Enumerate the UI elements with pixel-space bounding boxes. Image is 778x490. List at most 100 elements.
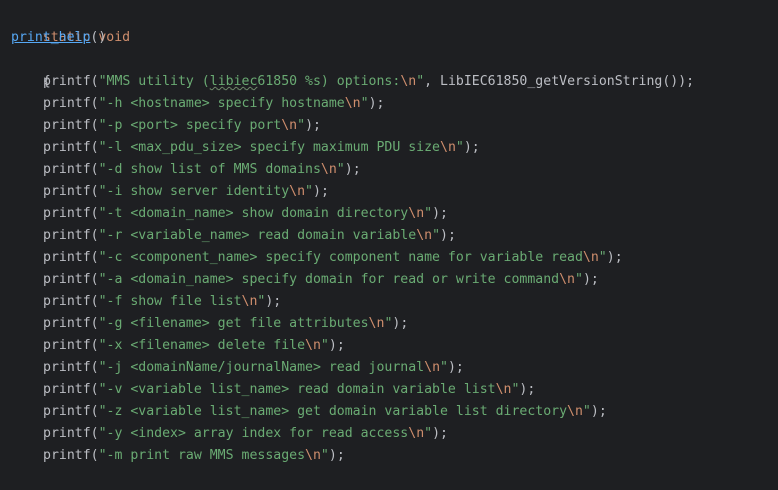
printf-call: printf	[43, 360, 91, 375]
line-end: ");	[336, 162, 361, 177]
newline-escape: \n	[289, 184, 306, 199]
newline-escape: \n	[567, 404, 583, 419]
newline-escape: \n	[424, 360, 441, 375]
printf-call: printf	[43, 74, 91, 89]
code-editor[interactable]: static void print_help() { printf("MMS u…	[0, 0, 778, 490]
line-end: ");	[440, 360, 464, 375]
newline-escape: \n	[416, 228, 433, 243]
help-string: "-x <filename> delete file	[98, 338, 306, 353]
code-line-printf: printf("-p <port> specify port\n");	[43, 118, 321, 133]
newline-escape: \n	[495, 382, 512, 397]
help-string: "-j <domainName/journalName> read journa…	[98, 360, 425, 375]
newline-escape: \n	[344, 96, 361, 111]
printf-call: printf	[43, 272, 91, 287]
code-line-printf: printf("-m print raw MMS messages\n");	[43, 448, 345, 463]
newline-escape: \n	[241, 294, 258, 309]
code-line-printf: printf("-h <hostname> specify hostname\n…	[43, 96, 385, 111]
line-end: ");	[320, 448, 345, 463]
help-string: "-m print raw MMS messages	[98, 448, 306, 463]
code-line-printf: printf("-j <domainName/journalName> read…	[43, 360, 464, 375]
line-end: ");	[320, 338, 345, 353]
code-line-declaration: static void	[11, 5, 130, 45]
line-end: ");	[574, 272, 599, 287]
line-end: ");	[432, 228, 456, 243]
help-string: "-r <variable_name> read domain variable	[98, 228, 417, 243]
line-end: ");	[384, 316, 409, 331]
code-line-printf: printf("-r <variable_name> read domain v…	[43, 228, 456, 243]
printf-call: printf	[43, 118, 91, 133]
code-line-printf: printf("-t <domain_name> show domain dir…	[43, 206, 448, 221]
function-parens: ()	[90, 30, 107, 45]
printf-call: printf	[43, 162, 91, 177]
code-line-printf: printf("-i show server identity\n");	[43, 184, 329, 199]
help-string: "-d show list of MMS domains	[98, 162, 321, 177]
newline-escape: \n	[559, 272, 575, 287]
help-string: "-t <domain_name> show domain directory	[98, 206, 409, 221]
newline-escape: \n	[305, 448, 321, 463]
code-line-printf: printf("-v <variable list_name> read dom…	[43, 382, 536, 397]
code-line-printf: printf("-f show file list\n");	[43, 294, 282, 309]
help-string: "-y <index> array index for read access	[98, 426, 409, 441]
string-literal: "MMS utility (	[98, 74, 210, 89]
line-end: ");	[360, 96, 385, 111]
printf-call: printf	[43, 184, 91, 199]
printf-call: printf	[43, 382, 91, 397]
newline-escape: \n	[582, 250, 599, 265]
help-string: "-l <max_pdu_size> specify maximum PDU s…	[98, 140, 440, 155]
help-string: "-v <variable list_name> read domain var…	[98, 382, 496, 397]
printf-call: printf	[43, 250, 91, 265]
printf-call: printf	[43, 294, 91, 309]
printf-call: printf	[43, 140, 91, 155]
newline-escape: \n	[305, 338, 321, 353]
code-line-printf: printf("-g <filename> get file attribute…	[43, 316, 409, 331]
newline-escape: \n	[320, 162, 337, 177]
code-line-printf: printf("-y <index> array index for read …	[43, 426, 448, 441]
printf-call: printf	[43, 404, 91, 419]
printf-call: printf	[43, 338, 91, 353]
newline-escape: \n	[368, 316, 385, 331]
help-string: "-c <component_name> specify component n…	[98, 250, 583, 265]
line-end: ");	[424, 426, 448, 441]
function-name[interactable]: print_help	[11, 30, 90, 45]
line-end: ");	[257, 294, 282, 309]
code-line-printf: printf("-a <domain_name> specify domain …	[43, 272, 599, 287]
help-string: "-z <variable list_name> get domain vari…	[98, 404, 568, 419]
code-line-printf: printf("-d show list of MMS domains\n");	[43, 162, 361, 177]
newline-escape: \n	[440, 140, 456, 155]
line-end: ");	[455, 140, 480, 155]
help-string: "-a <domain_name> specify domain for rea…	[98, 272, 560, 287]
string-literal: 61850 %s) options:	[257, 74, 401, 89]
line-end: ");	[297, 118, 321, 133]
help-string: "-g <filename> get file attributes	[98, 316, 369, 331]
printf-call: printf	[43, 228, 91, 243]
printf-call: printf	[43, 206, 91, 221]
printf-call: printf	[43, 426, 91, 441]
line-end: ");	[511, 382, 536, 397]
help-string: "-i show server identity	[98, 184, 290, 199]
line-end: ");	[582, 404, 607, 419]
code-line-printf: printf("-x <filename> delete file\n");	[43, 338, 345, 353]
newline-escape: \n	[281, 118, 298, 133]
line-end: ");	[424, 206, 448, 221]
printf-call: printf	[43, 96, 91, 111]
help-string: "-h <hostname> specify hostname	[98, 96, 345, 111]
help-string: "-f show file list	[98, 294, 242, 309]
code-line-printf: printf("-c <component_name> specify comp…	[43, 250, 623, 265]
code-line-close-brace: }	[11, 467, 51, 489]
code-line-printf: printf("-l <max_pdu_size> specify maximu…	[43, 140, 480, 155]
printf-call: printf	[43, 448, 91, 463]
newline-escape: \n	[408, 426, 425, 441]
newline-escape: \n	[408, 206, 425, 221]
code-line-printf-version: printf("MMS utility (libiec61850 %s) opt…	[43, 74, 695, 89]
spelling-typo: libiec	[209, 74, 258, 89]
code-line-printf: printf("-z <variable list_name> get doma…	[43, 404, 607, 419]
code-line-function-name: print_help()	[11, 27, 106, 49]
string-close: "	[416, 74, 425, 89]
help-string: "-p <port> specify port	[98, 118, 282, 133]
newline-escape: \n	[400, 74, 417, 89]
printf-args: , LibIEC61850_getVersionString());	[424, 74, 695, 89]
code-line-open-brace: {	[11, 49, 51, 89]
printf-call: printf	[43, 316, 91, 331]
line-end: ");	[305, 184, 329, 199]
line-end: ");	[598, 250, 623, 265]
